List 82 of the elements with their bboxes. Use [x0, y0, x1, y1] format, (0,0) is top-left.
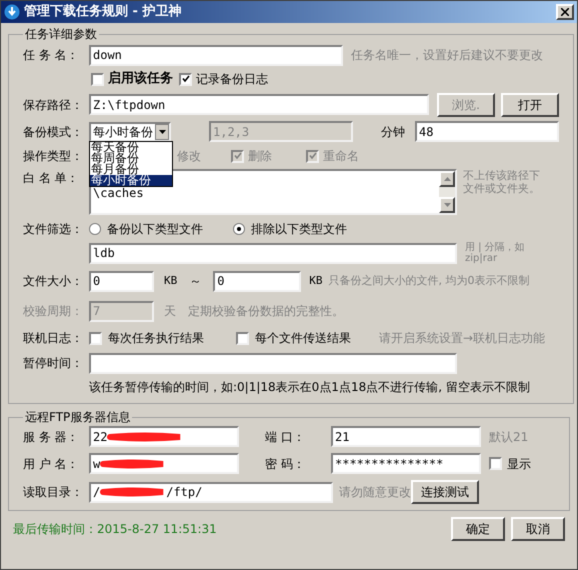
checkbox-label: 修改	[177, 149, 201, 163]
unit-label: 天	[164, 303, 176, 320]
text-field[interactable]: w	[89, 453, 239, 474]
text-line: \caches	[93, 187, 145, 199]
text-field[interactable]: 22	[89, 426, 239, 447]
text-field[interactable]: 0	[89, 270, 154, 292]
field-label: 服 务 器：	[23, 428, 80, 446]
minute-label: 分钟	[381, 124, 405, 140]
text-field[interactable]	[89, 352, 457, 374]
field-label: 暂停时间：	[23, 355, 84, 372]
group-title: 任务详细参数	[24, 26, 98, 43]
field-label: 密 码：	[265, 456, 306, 472]
group-title: 远程FTP服务器信息	[24, 409, 132, 426]
field-label: 文件筛选：	[23, 221, 84, 238]
check-icon	[182, 75, 190, 83]
hint-text: 任务名唯一，设置好后建议不要更改	[351, 47, 543, 64]
radio-label: 备份以下类型文件	[107, 221, 203, 238]
hint-text: 只备份之间大小的文件, 均为0表示不限制	[328, 272, 530, 289]
pause-description: 该任务暂停传输的时间，如:0|1|18表示在0点1点18点不进行传输, 留空表示不限制	[89, 379, 530, 396]
dropdown[interactable]: 每小时备份	[89, 122, 171, 142]
text-field[interactable]: ***************	[331, 453, 481, 474]
checkbox[interactable]	[489, 457, 502, 470]
scrollbar[interactable]	[439, 171, 455, 213]
checkbox-label: 显示	[507, 456, 531, 472]
text-field[interactable]: down	[89, 44, 343, 66]
hint-text: 默认21	[489, 428, 528, 446]
unit-label: KB	[309, 272, 322, 289]
push-button[interactable]: 连接测试	[411, 480, 479, 504]
close-icon	[561, 8, 569, 16]
field-label: 备份模式：	[23, 124, 84, 140]
up-arrow-icon	[444, 177, 450, 181]
check-icon	[234, 152, 242, 160]
checkbox[interactable]	[91, 72, 104, 86]
push-button[interactable]: 取消	[511, 517, 565, 541]
hint-text: zip|rar	[465, 253, 498, 264]
close-button[interactable]	[556, 4, 574, 20]
field-label: 联机日志：	[23, 330, 84, 347]
hint-text: 不上传该路径下文件或文件夹。	[463, 169, 541, 195]
hint-text: 请开启系统设置→联机日志功能	[379, 330, 546, 347]
field-label: 用 户 名：	[23, 456, 80, 472]
push-button[interactable]: 打开	[501, 92, 559, 116]
text-field[interactable]: ldb	[89, 242, 457, 264]
text-field[interactable]: Z:\ftpdown	[89, 94, 429, 115]
checkbox-label: 每次任务执行结果	[108, 330, 204, 347]
last-transfer-time: 最后传输时间：2015-8-27 11:51:31	[13, 521, 217, 538]
down-arrow-icon	[444, 203, 450, 207]
field-label: 端 口：	[265, 428, 306, 446]
text-field[interactable]: 0	[213, 270, 302, 292]
dropdown-option[interactable]: 每小时备份	[90, 175, 172, 186]
download-icon	[4, 4, 20, 20]
check-icon	[308, 152, 316, 160]
checkbox-label: 删除	[248, 148, 272, 165]
radio-label: 排除以下类型文件	[251, 221, 347, 238]
field-label: 保存路径：	[23, 96, 84, 114]
checkbox-label: 重命名	[323, 148, 359, 165]
field-label: 白 名 单：	[23, 170, 80, 187]
checkbox-label: 每个文件传送结果	[255, 330, 351, 347]
field-label: 读取目录：	[23, 484, 84, 501]
field-label: 文件大小：	[23, 273, 84, 290]
checkbox[interactable]	[236, 332, 249, 344]
unit-label: KB	[164, 272, 178, 289]
checkbox[interactable]	[89, 332, 102, 344]
dropdown-option[interactable]: 每周备份	[90, 153, 172, 164]
checkbox-label: 启用该任务	[108, 70, 173, 88]
radio-button[interactable]	[233, 223, 245, 235]
radio-button[interactable]	[89, 223, 101, 235]
checkbox[interactable]	[179, 72, 192, 86]
field-label: 校验周期：	[23, 303, 84, 320]
redaction-mark	[100, 458, 166, 468]
range-separator: ～	[189, 273, 202, 290]
text-field[interactable]: / /ftp/	[89, 482, 333, 502]
hint-text: 请勿随意更改	[339, 484, 411, 501]
hint-text: 用 | 分隔，如	[465, 242, 525, 253]
redaction-mark	[100, 487, 166, 497]
field-label: 任 务 名：	[23, 47, 80, 64]
checkbox-label: 记录备份日志	[196, 71, 268, 88]
hint-text: 定期校验备份数据的完整性。	[188, 303, 344, 320]
text-field[interactable]: 48	[415, 121, 559, 142]
text-field[interactable]: 21	[331, 426, 481, 447]
field-label: 操作类型：	[23, 148, 84, 165]
push-button[interactable]: 确定	[451, 517, 505, 541]
window-title: 管理下载任务规则 - 护卫神	[24, 2, 182, 22]
